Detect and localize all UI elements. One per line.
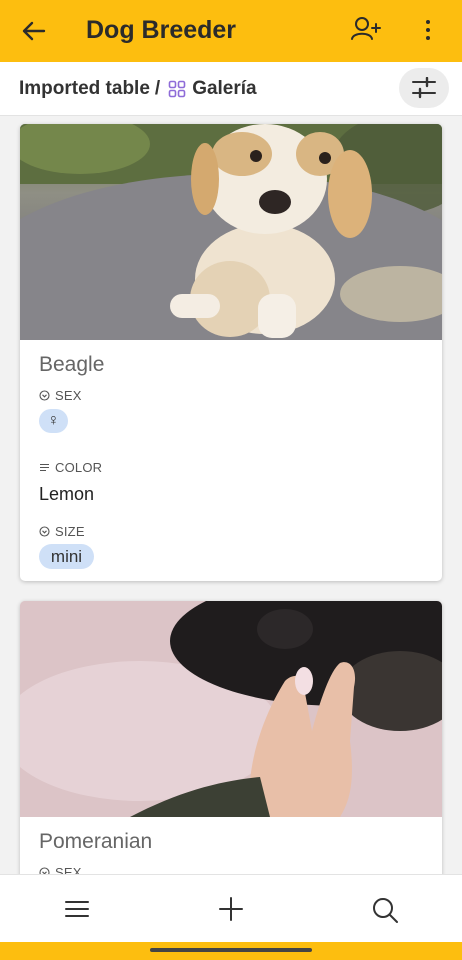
gallery-card[interactable]: Pomeranian SEX [20,601,442,874]
field-label-sex: SEX [39,865,82,874]
field-label-sex: SEX [39,388,82,403]
plus-icon[interactable] [218,896,244,922]
field-label-size: SIZE [39,524,85,539]
hamburger-icon[interactable] [64,897,90,921]
card-title: Beagle [39,353,105,376]
size-chip: mini [39,544,94,569]
gallery-card[interactable]: Beagle SEX ♀ COLOR Lemon SIZE mini [20,124,442,581]
arrow-left-icon[interactable] [18,15,50,47]
single-select-icon [39,867,50,874]
home-handle[interactable] [150,948,312,952]
search-icon[interactable] [371,896,399,924]
sex-chip: ♀ [39,409,68,433]
dog-photo [20,124,442,340]
more-vertical-icon[interactable] [416,15,440,45]
dog-photo [20,601,442,817]
app-title: Dog Breeder [86,16,237,44]
grid-icon [168,80,186,98]
gallery-content[interactable]: Beagle SEX ♀ COLOR Lemon SIZE mini Pomer… [0,117,462,874]
bottom-navigation [0,874,462,942]
single-select-icon [39,526,50,537]
add-user-icon[interactable] [349,13,383,45]
color-value: Lemon [39,484,95,504]
breadcrumb-parent[interactable]: Imported table [19,78,150,100]
single-select-icon [39,390,50,401]
field-label-color: COLOR [39,460,102,475]
filter-button[interactable] [399,68,449,108]
app-bar: Dog Breeder [0,0,462,62]
sliders-icon [412,77,436,99]
breadcrumb-bar: Imported table / Galería [0,62,462,116]
card-title: Pomeranian [39,830,153,853]
breadcrumb-current: Galería [192,78,257,99]
breadcrumb-separator: / [154,78,161,99]
text-field-icon [40,463,49,472]
system-gesture-bar [0,942,462,960]
breadcrumb: Imported table / Galería [19,78,257,100]
